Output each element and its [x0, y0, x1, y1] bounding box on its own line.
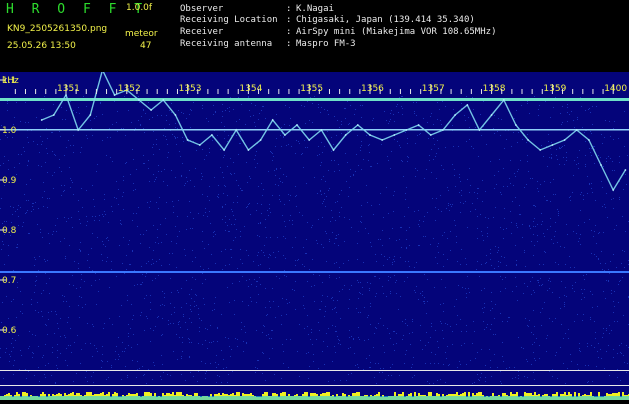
signal-point — [174, 114, 177, 116]
receiver-sep: : — [286, 27, 292, 37]
reference-line-low-2 — [0, 385, 629, 386]
freq-tick-label: 0.6 — [2, 326, 17, 336]
time-tick-label: 1359 — [543, 84, 566, 94]
spectrogram-background — [0, 72, 629, 400]
signal-point — [344, 134, 347, 136]
signal-point — [259, 139, 262, 141]
signal-point — [296, 124, 298, 126]
signal-point — [502, 99, 505, 101]
time-tick-label: 1400 — [604, 84, 627, 94]
signal-point — [211, 134, 213, 136]
signal-point — [89, 114, 92, 116]
signal-point — [65, 94, 67, 96]
time-tick-label: 1358 — [483, 84, 506, 94]
freq-tick-label: 0.8 — [2, 226, 17, 236]
signal-point — [235, 129, 238, 131]
file-name: KN9_2505261350.png — [7, 24, 108, 34]
signal-point — [150, 109, 153, 111]
signal-point — [52, 114, 55, 116]
signal-point — [393, 134, 396, 136]
signal-point — [442, 129, 444, 131]
signal-point — [429, 134, 432, 136]
signal-point — [551, 144, 554, 146]
signal-point — [162, 99, 165, 101]
receiver-value: AirSpy mini (Miakejima VOR 108.65MHz) — [296, 27, 497, 37]
observer-label: Observer — [180, 4, 224, 14]
signal-point — [612, 189, 615, 191]
time-tick-label: 1356 — [361, 84, 384, 94]
freq-tick-label: 1.0 — [2, 126, 17, 136]
signal-point — [320, 129, 323, 131]
signal-point — [588, 139, 590, 141]
antenna-value: Maspro FM-3 — [296, 39, 356, 49]
signal-point — [138, 99, 140, 101]
antenna-label: Receiving antenna — [180, 39, 273, 49]
signal-point — [381, 139, 384, 141]
signal-point — [624, 169, 627, 171]
signal-point — [466, 104, 469, 106]
signal-point — [284, 134, 286, 136]
header-panel: H R O F F T 1.0.0f KN9_2505261350.png me… — [0, 0, 629, 72]
reference-line-low-1 — [0, 370, 629, 371]
signal-point — [247, 149, 250, 151]
signal-point — [454, 114, 456, 116]
signal-point — [198, 144, 201, 146]
noise-floor-base — [0, 396, 629, 400]
signal-point — [271, 119, 274, 121]
antenna-sep: : — [286, 39, 292, 49]
signal-point — [575, 129, 578, 131]
spectrogram-panel: 1351 1352 1353 1354 1355 1356 1357 1358 1359 1400… — [0, 68, 629, 400]
location-sep: : — [286, 15, 292, 25]
signal-point — [332, 149, 335, 151]
signal-point — [515, 124, 517, 126]
location-label: Receiving Location — [180, 15, 278, 25]
observer-sep: : — [286, 4, 292, 14]
signal-point — [308, 139, 311, 141]
date-time: 25.05.26 13:50 — [7, 41, 76, 51]
signal-point — [600, 164, 602, 166]
signal-point — [356, 124, 359, 126]
signal-point — [490, 114, 493, 116]
receiver-label: Receiver — [180, 27, 224, 37]
signal-point — [369, 134, 371, 136]
carrier-line-820 — [0, 271, 629, 273]
spectrogram: 1351 1352 1353 1354 1355 1356 1357 1358 1359 1400… — [0, 68, 629, 400]
meteor-label: meteor — [125, 29, 158, 39]
observer-value: K.Nagai — [296, 4, 334, 14]
signal-point — [40, 119, 43, 121]
meteor-count: 47 — [140, 41, 152, 51]
signal-point — [223, 149, 226, 151]
y-unit-label: kHz — [2, 76, 19, 86]
signal-point — [113, 94, 116, 96]
signal-point — [77, 129, 80, 131]
freq-tick-label: 0.9 — [2, 176, 17, 186]
reference-line-1100 — [0, 129, 629, 131]
time-tick-label: 1354 — [239, 84, 262, 94]
signal-point — [539, 149, 542, 151]
freq-tick-label: 0.7 — [2, 276, 16, 286]
signal-point — [417, 124, 420, 126]
signal-point — [563, 139, 566, 141]
signal-point — [186, 139, 189, 141]
location-value: Chigasaki, Japan (139.414 35.340) — [296, 15, 475, 25]
app-version: 1.0.0f — [126, 3, 153, 13]
signal-point — [527, 139, 529, 141]
signal-point — [478, 129, 481, 131]
signal-point — [405, 129, 408, 131]
